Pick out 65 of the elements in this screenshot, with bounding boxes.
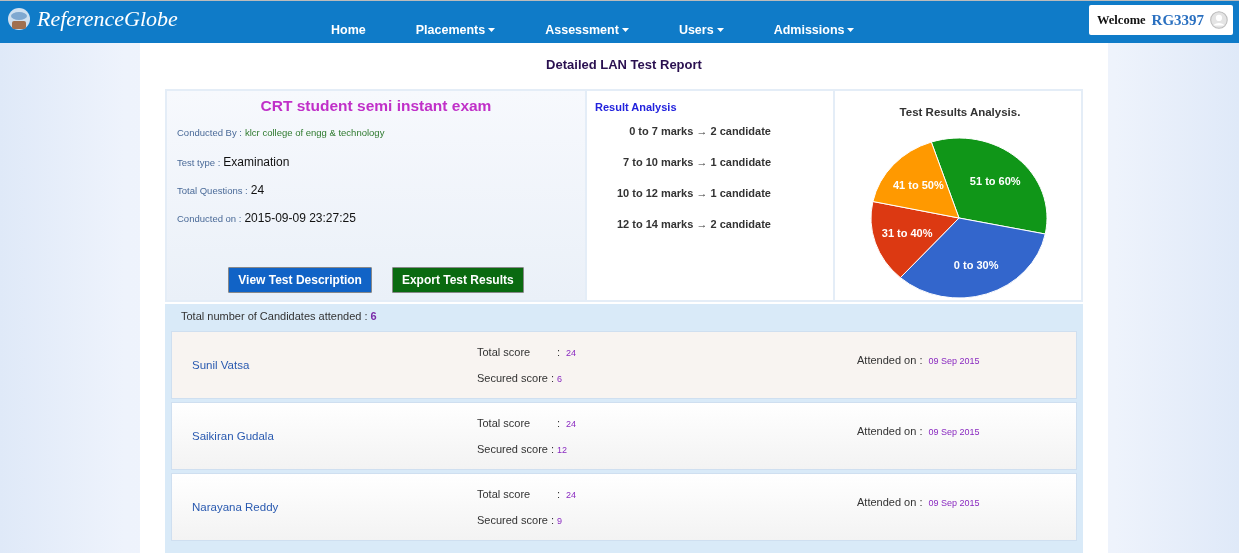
action-button[interactable]: Export Test Results <box>391 267 524 293</box>
chart-title: Test Results Analysis. <box>899 106 1021 118</box>
candidate-row[interactable]: Narayana Reddy Total score : 24 Secured score : 9 Attended on : 09 Sep 2015 <box>171 473 1077 541</box>
logo-text: ReferenceGlobe <box>37 6 178 32</box>
score-value: 12 <box>557 445 568 455</box>
field-label: Conducted on : <box>177 213 242 224</box>
count-label: Total number of Candidates attended : <box>181 310 368 322</box>
attended-label: Attended on : <box>857 425 923 437</box>
score-separator: : <box>557 417 561 429</box>
count-value: 6 <box>370 310 377 322</box>
candidate-name[interactable]: Sunil Vatsa <box>192 359 477 371</box>
welcome-text: Welcome <box>1097 12 1146 28</box>
analysis-line: 12 to 14 marks → 2 candidate <box>615 218 772 232</box>
field-label: Test type : <box>177 157 221 168</box>
slice-label: 51 to 60% <box>969 174 1021 187</box>
field-value: klcr college of engg & technology <box>244 127 385 138</box>
score-label: Secured score : <box>477 443 556 455</box>
field-value: 2015-09-09 23:27:25 <box>244 211 356 225</box>
attended-date: 09 Sep 2015 <box>928 356 980 366</box>
caret-icon <box>847 28 855 32</box>
score-value: 24 <box>566 490 577 500</box>
score-label: Total score <box>477 488 532 500</box>
score-value: 9 <box>557 516 563 526</box>
score-label: Secured score : <box>477 514 556 526</box>
analysis-line: 0 to 7 marks → 2 candidate <box>628 125 772 139</box>
nav-link[interactable]: Placements <box>415 23 496 37</box>
caret-icon <box>716 28 724 32</box>
slice-label: 0 to 30% <box>953 259 999 272</box>
field-value: Examination <box>223 155 290 169</box>
test-name: CRT student semi instant exam <box>259 97 493 115</box>
score-label: Total score <box>477 417 532 429</box>
candidate-row[interactable]: Saikiran Gudala Total score : 24 Secured score : 12 Attended on : 09 Sep 2015 <box>171 402 1077 470</box>
action-button[interactable]: View Test Description <box>228 267 372 293</box>
nav-link[interactable]: Home <box>331 23 366 37</box>
candidate-name[interactable]: Narayana Reddy <box>192 501 477 513</box>
attended-date: 09 Sep 2015 <box>928 427 980 437</box>
field-label: Total Questions : <box>177 185 248 196</box>
analysis-line: 7 to 10 marks → 1 candidate <box>622 156 772 170</box>
page-title: Detailed LAN Test Report <box>546 57 702 72</box>
result-analysis-title: Result Analysis <box>595 101 678 113</box>
score-separator: : <box>557 346 561 358</box>
field-value: 24 <box>250 183 265 197</box>
slice-label: 41 to 50% <box>892 178 944 191</box>
attended-label: Attended on : <box>857 496 923 508</box>
candidate-row[interactable]: Sunil Vatsa Total score : 24 Secured score : 6 Attended on : 09 Sep 2015 <box>171 331 1077 399</box>
score-label: Total score <box>477 346 532 358</box>
nav-link[interactable]: Users <box>678 23 724 37</box>
slice-label: 31 to 40% <box>881 227 933 240</box>
score-value: 6 <box>557 374 563 384</box>
user-id: RG3397 <box>1151 11 1205 29</box>
score-value: 24 <box>566 348 577 358</box>
score-value: 24 <box>566 419 577 429</box>
attended-label: Attended on : <box>857 354 923 366</box>
caret-icon <box>488 28 496 32</box>
globe-logo-icon <box>7 7 31 31</box>
user-box[interactable]: Welcome RG3397 <box>1089 5 1233 35</box>
nav-link[interactable]: Admissions <box>773 23 855 37</box>
field-label: Conducted By : <box>177 127 242 138</box>
score-separator: : <box>557 488 561 500</box>
nav-link[interactable]: Assessment <box>545 23 629 37</box>
candidate-name[interactable]: Saikiran Gudala <box>192 430 477 442</box>
caret-icon <box>621 28 629 32</box>
score-label: Secured score : <box>477 372 556 384</box>
analysis-line: 10 to 12 marks → 1 candidate <box>615 187 772 201</box>
attended-date: 09 Sep 2015 <box>928 498 980 508</box>
